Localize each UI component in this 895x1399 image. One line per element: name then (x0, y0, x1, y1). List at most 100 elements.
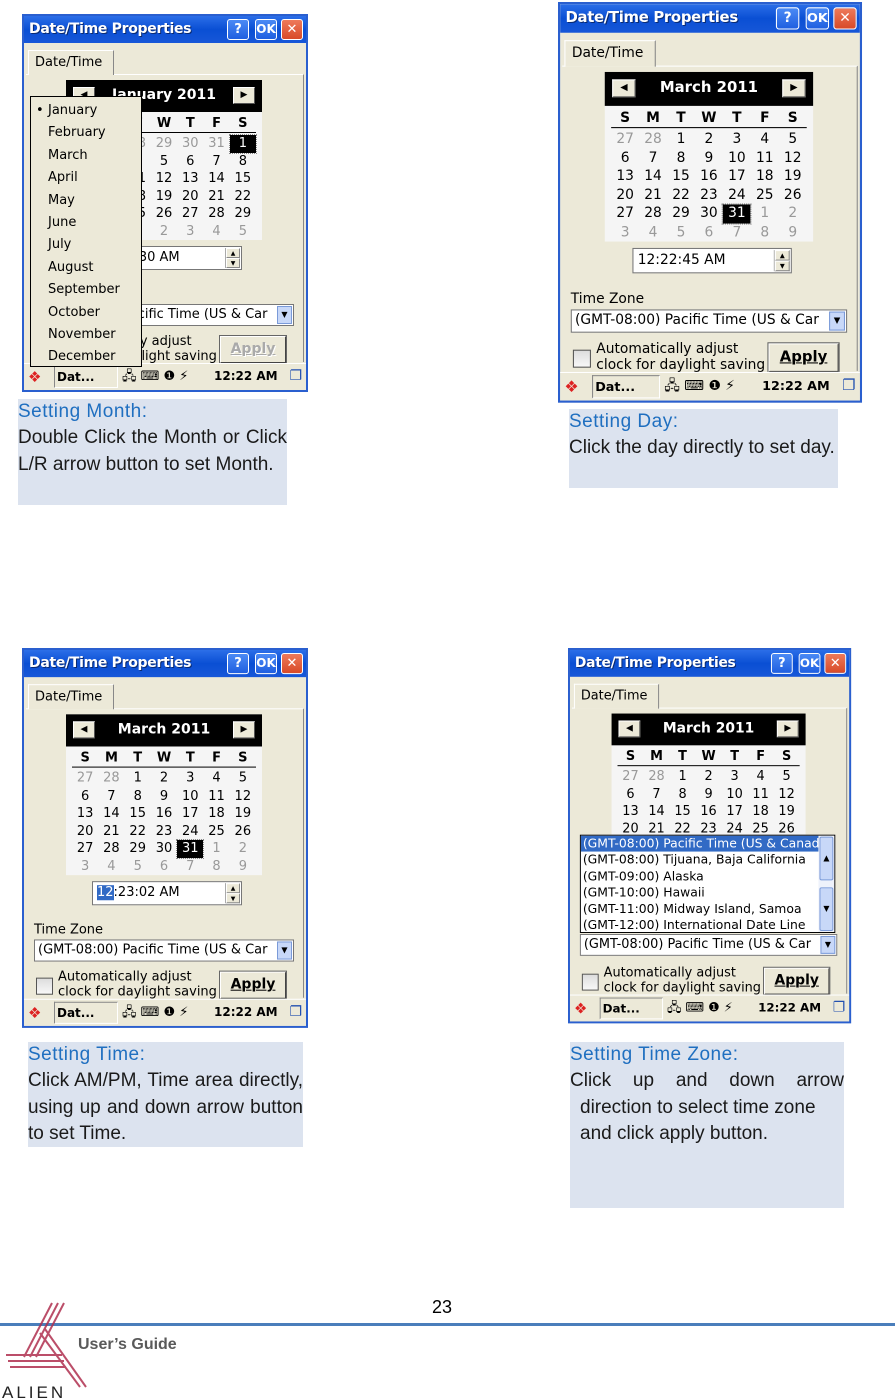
calendar-day[interactable]: 11 (748, 786, 774, 803)
calendar-day[interactable]: 27 (72, 770, 98, 788)
help-button[interactable]: ? (775, 7, 800, 30)
calendar-day[interactable]: 27 (611, 130, 639, 149)
calendar-day[interactable]: 8 (125, 787, 151, 805)
calendar-day[interactable]: 5 (230, 770, 256, 788)
close-button[interactable]: ✕ (833, 7, 857, 30)
chevron-down-icon[interactable]: ▼ (829, 311, 846, 331)
calendar-day[interactable]: 27 (618, 768, 644, 785)
calendar-day[interactable]: 2 (230, 840, 256, 858)
calendar-day[interactable]: 22 (125, 822, 151, 840)
calendar-day[interactable]: 19 (774, 803, 800, 820)
time-zone-select[interactable]: (GMT-08:00) Pacific Time (US & Car ▼ (34, 939, 294, 962)
calendar-day[interactable]: 12 (779, 149, 807, 168)
ok-button[interactable]: OK (805, 7, 830, 30)
tab-date-time[interactable]: Date/Time (564, 40, 656, 67)
spin-down-button[interactable]: ▼ (226, 258, 240, 268)
calendar-day[interactable]: 14 (98, 805, 124, 823)
close-button[interactable]: ✕ (824, 652, 847, 674)
desktop-icon[interactable]: ❐ (289, 368, 302, 384)
ok-button[interactable]: OK (255, 19, 277, 40)
time-field[interactable]: 12:22:45 AM ▲ ▼ (632, 247, 792, 274)
calendar-day[interactable]: 4 (639, 223, 667, 242)
calendar-day[interactable]: 6 (72, 787, 98, 805)
calendar-day[interactable]: 5 (125, 858, 151, 876)
calendar-day[interactable]: 12 (151, 170, 177, 188)
calendar-day[interactable]: 27 (177, 205, 203, 223)
help-button[interactable]: ? (227, 653, 249, 675)
time-zone-option[interactable]: (GMT-09:00) Alaska (581, 868, 819, 884)
calendar-day[interactable]: 21 (98, 822, 124, 840)
calendar-day[interactable]: 11 (203, 787, 229, 805)
time-spinner[interactable]: ▲ ▼ (225, 248, 240, 268)
calendar-day[interactable]: 4 (98, 858, 124, 876)
calendar-day[interactable]: 3 (72, 858, 98, 876)
time-zone-option[interactable]: (GMT-10:00) Hawaii (581, 885, 819, 901)
time-zone-option[interactable]: (GMT-08:00) Pacific Time (US & Canada) (580, 835, 819, 852)
calendar-day[interactable]: 24 (723, 186, 751, 205)
calendar-day[interactable]: 26 (779, 186, 807, 205)
calendar-day[interactable]: 20 (177, 188, 203, 206)
ok-button[interactable]: OK (798, 652, 821, 674)
chevron-down-icon[interactable]: ▼ (277, 306, 292, 324)
calendar-day[interactable]: 24 (177, 822, 203, 840)
time-spinner[interactable]: ▲ ▼ (773, 250, 790, 272)
calendar-day[interactable]: 9 (779, 223, 807, 242)
calendar-day[interactable]: 13 (72, 805, 98, 823)
time-zone-option[interactable]: (GMT-08:00) Tijuana, Baja California (581, 852, 819, 868)
calendar-day[interactable]: 23 (151, 822, 177, 840)
calendar-day[interactable]: 4 (203, 770, 229, 788)
month-menu-item[interactable]: May (31, 190, 141, 212)
month-menu-item[interactable]: October (31, 302, 141, 324)
calendar-day[interactable]: 1 (228, 134, 257, 154)
time-field[interactable]: 12:23:02 AM ▲ ▼ (92, 881, 242, 906)
calendar-day[interactable]: 15 (670, 803, 696, 820)
taskbar-task-button[interactable]: Dat... (599, 997, 664, 1020)
spin-up-button[interactable]: ▲ (774, 250, 790, 261)
calendar-day[interactable]: 8 (230, 153, 256, 171)
calendar-day[interactable]: 13 (177, 170, 203, 188)
spin-up-button[interactable]: ▲ (226, 248, 240, 258)
apply-button[interactable]: Apply (219, 970, 287, 1000)
calendar-day[interactable]: 1 (125, 770, 151, 788)
calendar-day[interactable]: 28 (644, 768, 670, 785)
taskbar-task-button[interactable]: Dat... (54, 1001, 118, 1024)
time-spinner[interactable]: ▲ ▼ (225, 883, 240, 904)
apply-button[interactable]: Apply (219, 335, 287, 364)
calendar-day[interactable]: 10 (722, 786, 748, 803)
calendar-day[interactable]: 3 (177, 770, 203, 788)
next-month-button[interactable]: ▶ (776, 720, 799, 738)
start-icon[interactable]: ❖ (564, 377, 578, 396)
time-zone-select[interactable]: (GMT-08:00) Pacific Time (US & Car ▼ (570, 309, 848, 333)
calendar-day[interactable]: 22 (230, 188, 256, 206)
calendar-day[interactable]: 28 (639, 204, 667, 223)
calendar-day[interactable]: 9 (696, 786, 722, 803)
taskbar-task-button[interactable]: Dat... (592, 375, 661, 399)
calendar-day[interactable]: 27 (611, 204, 639, 223)
calendar-day[interactable]: 15 (230, 170, 256, 188)
calendar-day[interactable]: 5 (151, 153, 177, 171)
tab-date-time[interactable]: Date/Time (28, 50, 114, 75)
calendar-day[interactable]: 23 (695, 186, 723, 205)
next-month-button[interactable]: ▶ (782, 79, 806, 98)
time-zone-select[interactable]: (GMT-08:00) Pacific Time (US & Car ▼ (579, 933, 838, 956)
calendar-day[interactable]: 2 (151, 223, 177, 241)
calendar-day[interactable]: 4 (748, 768, 774, 785)
calendar-day[interactable]: 19 (779, 167, 807, 186)
calendar-day[interactable]: 20 (72, 822, 98, 840)
taskbar-clock[interactable]: 12:22 AM (214, 369, 278, 383)
calendar-day[interactable]: 31 (721, 203, 752, 225)
calendar-day[interactable]: 28 (98, 840, 124, 858)
calendar-day[interactable]: 3 (723, 130, 751, 149)
taskbar-task-button[interactable]: Dat... (54, 366, 118, 388)
spin-down-button[interactable]: ▼ (226, 893, 240, 904)
calendar-day[interactable]: 6 (177, 153, 203, 171)
month-menu-item[interactable]: February (31, 122, 141, 144)
calendar-day[interactable]: 6 (151, 858, 177, 876)
calendar-day[interactable]: 26 (230, 822, 256, 840)
calendar-day[interactable]: 20 (611, 186, 639, 205)
calendar-day[interactable]: 1 (751, 204, 779, 223)
next-month-button[interactable]: ▶ (233, 721, 255, 739)
calendar-day[interactable]: 7 (644, 786, 670, 803)
calendar-day[interactable]: 25 (751, 186, 779, 205)
calendar-day[interactable]: 1 (670, 768, 696, 785)
